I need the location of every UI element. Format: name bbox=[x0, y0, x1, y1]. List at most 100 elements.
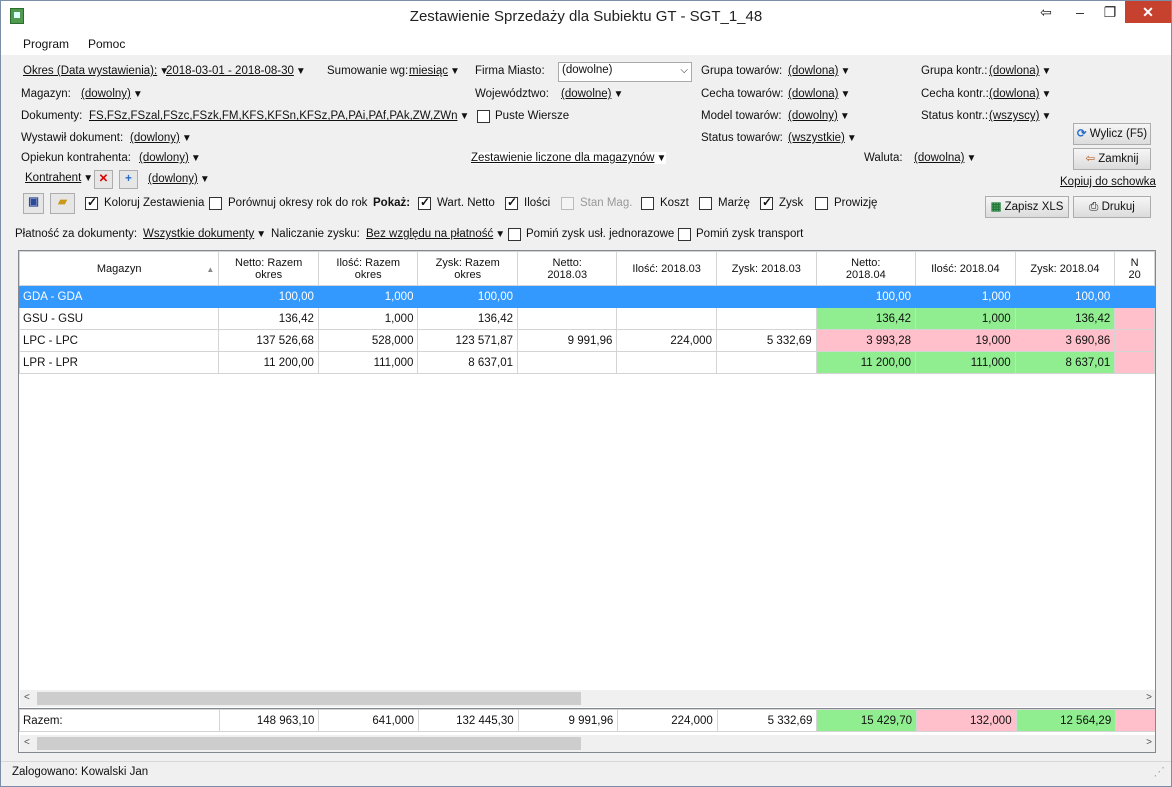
status-kontr-dropdown[interactable]: (wszyscy) ▼ bbox=[989, 110, 1051, 122]
wystawil-dropdown[interactable]: (dowlony) ▼ bbox=[130, 132, 192, 144]
koszt-checkbox[interactable] bbox=[641, 197, 654, 210]
column-header[interactable]: Ilość: Razem okres bbox=[317, 251, 419, 286]
waluta-dropdown[interactable]: (dowolna) ▼ bbox=[914, 152, 976, 164]
zapisz-xls-button[interactable]: ▦ Zapisz XLS bbox=[985, 196, 1069, 218]
table-cell bbox=[1114, 351, 1155, 374]
table-cell: 100,00 bbox=[815, 285, 917, 308]
drukuj-button[interactable]: ⎙ Drukuj bbox=[1073, 196, 1151, 218]
prowizje-checkbox[interactable] bbox=[815, 197, 828, 210]
close-button[interactable]: ✕ bbox=[1125, 1, 1171, 23]
column-header[interactable]: N 20 bbox=[1114, 251, 1155, 286]
naliczanie-dropdown[interactable]: Bez względu na płatność ▼ bbox=[366, 228, 505, 240]
totals-table: Razem: 148 963,10 641,000 132 445,30 9 9… bbox=[19, 709, 1155, 732]
sumowanie-dropdown[interactable]: miesiąc ▼ bbox=[409, 65, 460, 77]
cecha-kontr-label: Cecha kontr.: bbox=[921, 88, 989, 100]
grupa-kontr-dropdown[interactable]: (dowlona) ▼ bbox=[989, 65, 1051, 77]
table-cell: 5 332,69 bbox=[715, 329, 817, 352]
menu-program[interactable]: Program bbox=[23, 37, 69, 51]
okres-value[interactable]: 2018-03-01 - 2018-08-30 ▼ bbox=[166, 65, 306, 77]
save-icon[interactable]: ▣ bbox=[23, 193, 44, 214]
dokumenty-dropdown[interactable]: FS,FSz,FSzal,FSzc,FSzk,FM,KFS,KFSn,KFSz,… bbox=[89, 110, 469, 122]
open-folder-icon[interactable]: ▰ bbox=[50, 193, 75, 214]
cecha-towarow-dropdown[interactable]: (dowlona) ▼ bbox=[788, 88, 850, 100]
grupa-kontr-label: Grupa kontr.: bbox=[921, 65, 988, 77]
table-row[interactable]: GSU - GSU 136,42 1,000 136,42 136,42 1,0… bbox=[19, 307, 1155, 330]
waluta-label: Waluta: bbox=[864, 152, 903, 164]
column-header[interactable]: Zysk: Razem okres bbox=[417, 251, 519, 286]
firma-combo[interactable]: (dowolne) ⌵ bbox=[558, 62, 692, 82]
scroll-right-icon[interactable]: > bbox=[1146, 737, 1152, 748]
table-cell: 224,000 bbox=[616, 329, 717, 352]
totals-scrollbar[interactable]: < > bbox=[20, 735, 1155, 752]
maximize-button[interactable]: ❐ bbox=[1095, 1, 1125, 23]
cecha-towarow-label: Cecha towarów: bbox=[701, 88, 784, 100]
netto-checkbox[interactable] bbox=[418, 195, 431, 210]
totals-cell: 132 445,30 bbox=[417, 709, 519, 732]
column-header[interactable]: Netto: 2018.03 bbox=[517, 251, 618, 286]
menu-pomoc[interactable]: Pomoc bbox=[88, 37, 125, 51]
magazyn-dropdown[interactable]: (dowolny) ▼ bbox=[81, 88, 143, 100]
table-row[interactable]: LPR - LPR 11 200,00 111,000 8 637,01 11 … bbox=[19, 351, 1155, 374]
table-cell: 100,00 bbox=[218, 285, 319, 308]
pomin-transport-checkbox[interactable] bbox=[678, 228, 691, 241]
add-icon[interactable]: + bbox=[119, 170, 138, 189]
puste-wiersze-checkbox[interactable] bbox=[477, 110, 490, 123]
table-row[interactable]: LPC - LPC 137 526,68 528,000 123 571,87 … bbox=[19, 329, 1155, 352]
pomin-usl-checkbox[interactable] bbox=[508, 228, 521, 241]
main-window: Zestawienie Sprzedaży dla Subiektu GT - … bbox=[0, 0, 1172, 787]
firma-label: Firma Miasto: bbox=[475, 65, 545, 77]
data-grid[interactable]: Magazyn ▲ Netto: Razem okres Ilość: Razem… bbox=[18, 250, 1156, 753]
totals-section: Razem: 148 963,10 641,000 132 445,30 9 9… bbox=[19, 708, 1155, 732]
column-header[interactable]: Magazyn ▲ bbox=[19, 251, 220, 286]
okres-dropdown[interactable]: Okres (Data wystawienia): ▼ bbox=[23, 65, 169, 77]
scroll-right-icon[interactable]: > bbox=[1146, 692, 1152, 703]
grupa-towarow-dropdown[interactable]: (dowlona) ▼ bbox=[788, 65, 850, 77]
clear-icon[interactable]: ✕ bbox=[94, 170, 113, 189]
zestawienie-dropdown[interactable]: Zestawienie liczone dla magazynów ▼ bbox=[471, 152, 667, 164]
platnosc-dropdown[interactable]: Wszystkie dokumenty ▼ bbox=[143, 228, 266, 240]
zamknij-button[interactable]: ⇦ Zamknij bbox=[1073, 148, 1151, 170]
model-towarow-dropdown[interactable]: (dowolny) ▼ bbox=[788, 110, 850, 122]
marze-label: Marżę bbox=[718, 197, 750, 209]
porownaj-checkbox[interactable] bbox=[209, 197, 222, 210]
koloruj-checkbox[interactable] bbox=[85, 195, 98, 210]
scroll-left-icon[interactable]: < bbox=[24, 692, 30, 703]
scroll-thumb[interactable] bbox=[37, 737, 581, 750]
opiekun-dropdown[interactable]: (dowlony) ▼ bbox=[139, 152, 201, 164]
marze-checkbox[interactable] bbox=[699, 197, 712, 210]
cecha-kontr-dropdown[interactable]: (dowlona) ▼ bbox=[989, 88, 1051, 100]
column-header[interactable]: Netto: Razem okres bbox=[218, 251, 319, 286]
scroll-left-icon[interactable]: < bbox=[24, 737, 30, 748]
horizontal-scrollbar[interactable]: < > bbox=[20, 690, 1155, 707]
column-header[interactable]: Ilość: 2018.04 bbox=[915, 251, 1016, 286]
kontrahent-value[interactable]: (dowlony) ▼ bbox=[148, 173, 210, 185]
wojewodztwo-dropdown[interactable]: (dowolne) ▼ bbox=[561, 88, 623, 100]
wylicz-button[interactable]: ⟳ Wylicz (F5) bbox=[1073, 123, 1151, 145]
restore-icon[interactable]: ⇦ bbox=[1031, 1, 1061, 23]
stan-checkbox[interactable] bbox=[561, 197, 574, 210]
resize-grip-icon[interactable]: ⋰ bbox=[1154, 764, 1166, 780]
minimize-button[interactable]: ‒ bbox=[1065, 1, 1095, 23]
totals-cell bbox=[1115, 709, 1155, 732]
printer-icon: ⎙ bbox=[1089, 201, 1102, 213]
table-cell: 3 993,28 bbox=[815, 329, 917, 352]
column-header[interactable]: Zysk: 2018.03 bbox=[715, 251, 817, 286]
refresh-icon: ⟳ bbox=[1076, 128, 1090, 140]
grupa-towarow-label: Grupa towarów: bbox=[701, 65, 783, 77]
scroll-thumb[interactable] bbox=[37, 692, 581, 705]
column-header[interactable]: Ilość: 2018.03 bbox=[616, 251, 717, 286]
column-header[interactable]: Zysk: 2018.04 bbox=[1014, 251, 1116, 286]
table-cell bbox=[517, 307, 618, 330]
table-cell: 136,42 bbox=[815, 307, 917, 330]
table-cell: 111,000 bbox=[317, 351, 419, 374]
table-cell: LPR - LPR bbox=[19, 351, 220, 374]
column-header[interactable]: Netto: 2018.04 bbox=[815, 251, 917, 286]
kontrahent-dropdown[interactable]: Kontrahent ▼ bbox=[25, 172, 93, 184]
kopiuj-link[interactable]: Kopiuj do schowka bbox=[1060, 176, 1156, 188]
wystawil-label: Wystawił dokument: bbox=[21, 132, 124, 144]
status-towarow-dropdown[interactable]: (wszystkie) ▼ bbox=[788, 132, 857, 144]
zysk-checkbox[interactable] bbox=[760, 195, 773, 210]
table-cell: 136,42 bbox=[417, 307, 519, 330]
table-row[interactable]: GDA - GDA 100,00 1,000 100,00 100,00 1,0… bbox=[19, 285, 1155, 308]
ilosci-checkbox[interactable] bbox=[505, 195, 518, 210]
